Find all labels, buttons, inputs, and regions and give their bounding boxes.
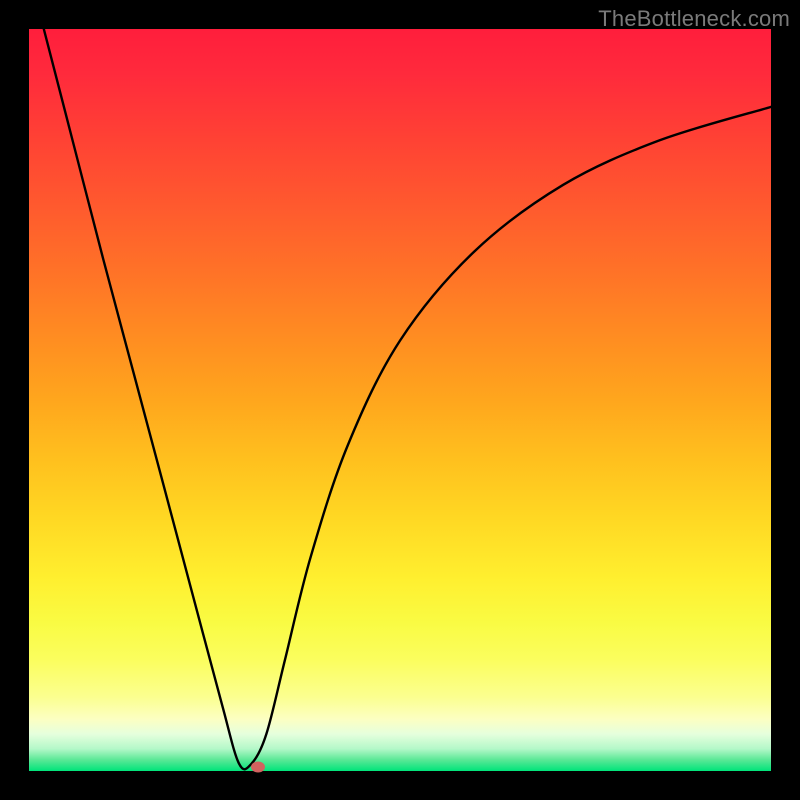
chart-plot-area xyxy=(29,29,771,771)
optimal-point-marker xyxy=(251,762,265,773)
bottleneck-curve xyxy=(29,29,771,771)
